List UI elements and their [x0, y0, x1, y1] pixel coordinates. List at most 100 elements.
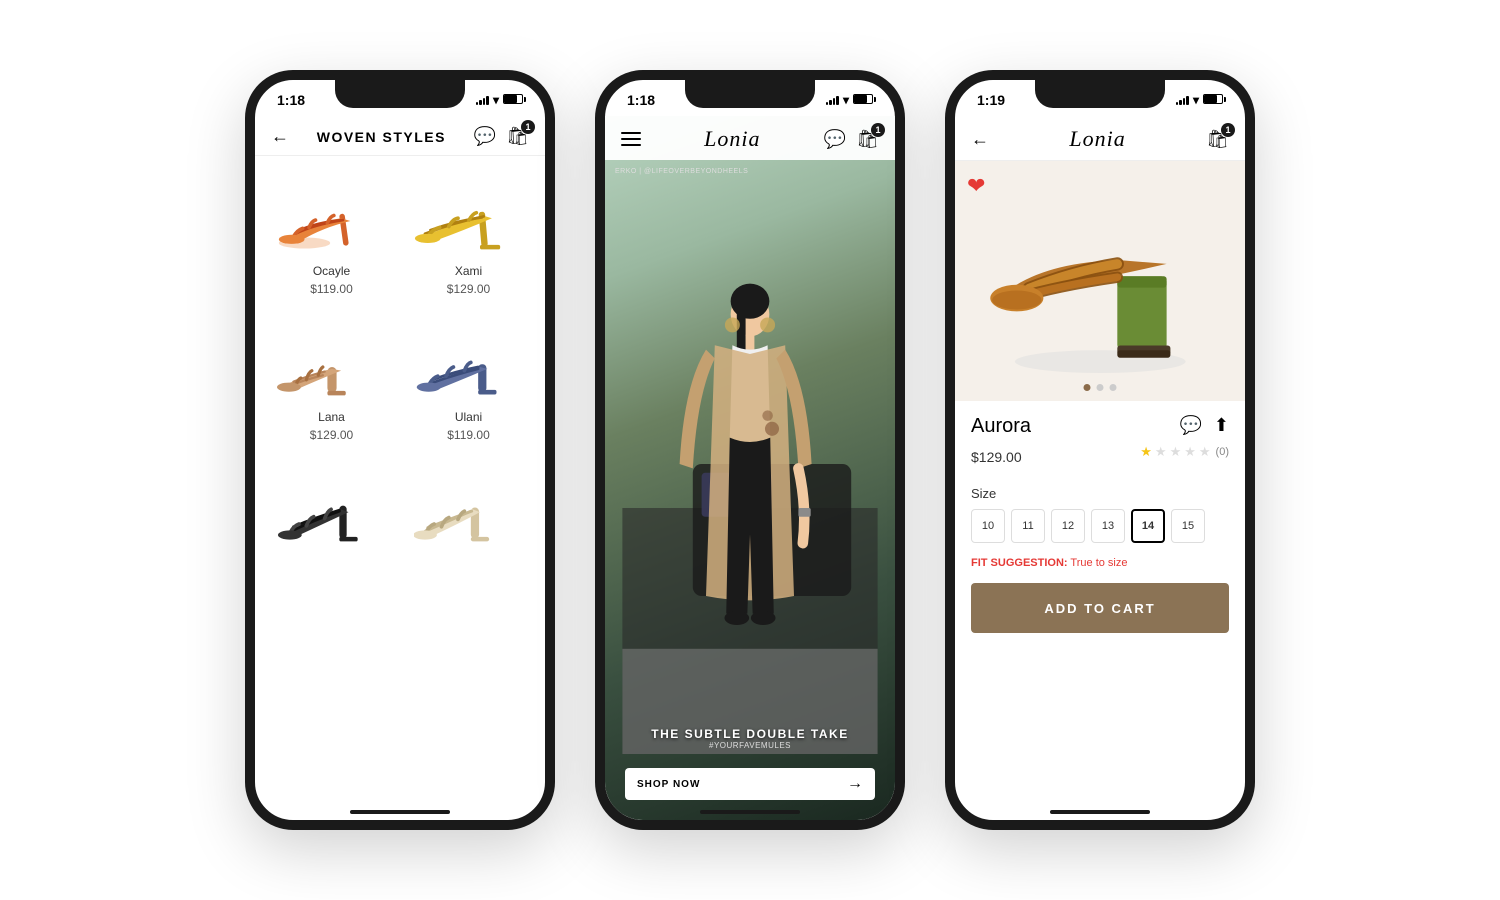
phone1-back-button[interactable]: ←	[271, 126, 289, 147]
shoe-ulani-svg	[414, 323, 524, 401]
phone1-header-icons: 💬 🛍 1	[474, 126, 529, 147]
add-to-cart-button[interactable]: ADD TO CART	[971, 583, 1229, 633]
phone1-notch	[335, 80, 465, 108]
product-image-cream	[414, 468, 524, 548]
phone1-chat-icon[interactable]: 💬	[474, 126, 496, 147]
review-count: (0)	[1216, 446, 1229, 458]
size-11[interactable]: 11	[1011, 509, 1045, 543]
phone2-header-icons: 💬 🛍 1	[824, 129, 879, 150]
caption-title: THE SUBTLE DOUBLE TAKE	[613, 727, 887, 741]
phone2-brand-logo: Lonia	[704, 126, 760, 152]
product-image-ocayle	[277, 176, 387, 256]
photo-credit: ERKO | @LIFEOVERBEYONDHEELS	[615, 168, 748, 175]
product-price-ocayle: $119.00	[310, 282, 353, 296]
lookbook-caption: THE SUBTLE DOUBLE TAKE #YOURFAVEMULES	[605, 719, 895, 758]
size-12[interactable]: 12	[1051, 509, 1085, 543]
phone2-cart-icon[interactable]: 🛍 1	[856, 129, 879, 150]
phone2-battery-icon	[853, 94, 873, 106]
phone2-menu-icon[interactable]	[621, 132, 641, 146]
product-price: $129.00	[971, 449, 1022, 465]
shoe-cream-svg	[414, 469, 524, 547]
product-share-icon[interactable]: ⬆	[1214, 415, 1229, 436]
product-cell-black[interactable]	[263, 458, 400, 576]
star-1: ★	[1140, 444, 1152, 460]
phone1-signal	[476, 95, 489, 105]
shop-now-arrow-icon: →	[847, 775, 863, 793]
phone3-time: 1:19	[977, 92, 1005, 108]
product-comment-icon[interactable]: 💬	[1179, 415, 1201, 436]
phone3-home-bar	[1050, 810, 1150, 814]
carousel-dot-1[interactable]	[1084, 384, 1091, 391]
fit-suggestion: FIT SUGGESTION: True to size	[971, 557, 1229, 569]
size-10[interactable]: 10	[971, 509, 1005, 543]
phone2-status-icons: ▾	[826, 93, 873, 107]
size-selector: Size 10 11 12 13 14 15	[971, 486, 1229, 543]
phone1-cart-icon[interactable]: 🛍 1	[506, 126, 529, 147]
star-rating: ★ ★ ★ ★ ★ (0)	[1140, 444, 1229, 460]
phone1-page-title: WOVEN STYLES	[317, 129, 446, 145]
phone1-battery-icon	[503, 94, 523, 106]
shop-now-bar[interactable]: SHOP NOW →	[625, 768, 875, 800]
phone2-wifi-icon: ▾	[843, 93, 849, 107]
product-info-header: Aurora 💬 ⬆	[971, 415, 1229, 438]
product-cell-ocayle[interactable]: Ocayle $119.00	[263, 166, 400, 312]
product-shoe-svg	[977, 179, 1224, 383]
product-price-ulani: $119.00	[447, 428, 490, 442]
product-cell-xami[interactable]: Xami $129.00	[400, 166, 537, 312]
phone3-cart-badge: 1	[1221, 123, 1235, 137]
phone3-cart-icon[interactable]: 🛍 1	[1206, 129, 1229, 150]
size-13[interactable]: 13	[1091, 509, 1125, 543]
carousel-dot-3[interactable]	[1110, 384, 1117, 391]
phone1-time: 1:18	[277, 92, 305, 108]
phone3-header: ← Lonia 🛍 1	[955, 116, 1245, 161]
carousel-dot-2[interactable]	[1097, 384, 1104, 391]
product-name-xami: Xami	[455, 264, 482, 278]
product-name-ocayle: Ocayle	[313, 264, 350, 278]
shoe-lana-svg	[277, 323, 387, 401]
phone1-status-icons: ▾	[476, 93, 523, 107]
product-favorite-button[interactable]: ❤	[967, 173, 985, 199]
phone1-wifi-icon: ▾	[493, 93, 499, 107]
product-carousel: ❤	[955, 161, 1245, 401]
phone-1: 1:18 ▾ ← WOVEN STYLES 💬 🛍	[245, 70, 555, 830]
shoe-ocayle-svg	[277, 177, 387, 255]
phone2-cart-badge: 1	[871, 123, 885, 137]
price-rating-row: $129.00 ★ ★ ★ ★ ★ (0)	[971, 444, 1229, 474]
product-image-ulani	[414, 322, 524, 402]
phone2-notch	[685, 80, 815, 108]
size-label: Size	[971, 486, 1229, 501]
star-4: ★	[1184, 444, 1196, 460]
product-info-section: Aurora 💬 ⬆ $129.00 ★ ★ ★ ★ ★ (0) Size	[955, 401, 1245, 647]
product-image-xami	[414, 176, 524, 256]
phone2-chat-icon[interactable]: 💬	[824, 129, 846, 150]
phone3-status-icons: ▾	[1176, 93, 1223, 107]
fit-label: FIT SUGGESTION:	[971, 557, 1068, 569]
carousel-dots	[1084, 384, 1117, 391]
product-image-lana	[277, 322, 387, 402]
product-price-lana: $129.00	[310, 428, 353, 442]
phone3-battery-icon	[1203, 94, 1223, 106]
product-price-xami: $129.00	[447, 282, 490, 296]
caption-hashtag: #YOURFAVEMULES	[613, 741, 887, 750]
phone-2: 1:18 ▾	[595, 70, 905, 830]
phone3-notch	[1035, 80, 1165, 108]
size-15[interactable]: 15	[1171, 509, 1205, 543]
product-action-icons: 💬 ⬆	[1179, 415, 1229, 436]
star-2: ★	[1155, 444, 1167, 460]
size-14[interactable]: 14	[1131, 509, 1165, 543]
phone2-screen: Lonia 💬 🛍 1 ERKO | @LIFEOVERBEYONDHEELS …	[605, 116, 895, 820]
phone3-screen: ← Lonia 🛍 1 ❤	[955, 116, 1245, 820]
product-cell-lana[interactable]: Lana $129.00	[263, 312, 400, 458]
product-name: Aurora	[971, 415, 1031, 438]
product-image-black	[277, 468, 387, 548]
phone3-back-button[interactable]: ←	[971, 129, 989, 150]
phone1-header: ← WOVEN STYLES 💬 🛍 1	[255, 116, 545, 156]
fashion-figure-svg	[605, 156, 895, 754]
star-5: ★	[1199, 444, 1211, 460]
product-name-lana: Lana	[318, 410, 345, 424]
phone2-time: 1:18	[627, 92, 655, 108]
product-cell-ulani[interactable]: Ulani $119.00	[400, 312, 537, 458]
phone2-header: Lonia 💬 🛍 1	[605, 116, 895, 160]
product-cell-cream[interactable]	[400, 458, 537, 576]
phone3-wifi-icon: ▾	[1193, 93, 1199, 107]
